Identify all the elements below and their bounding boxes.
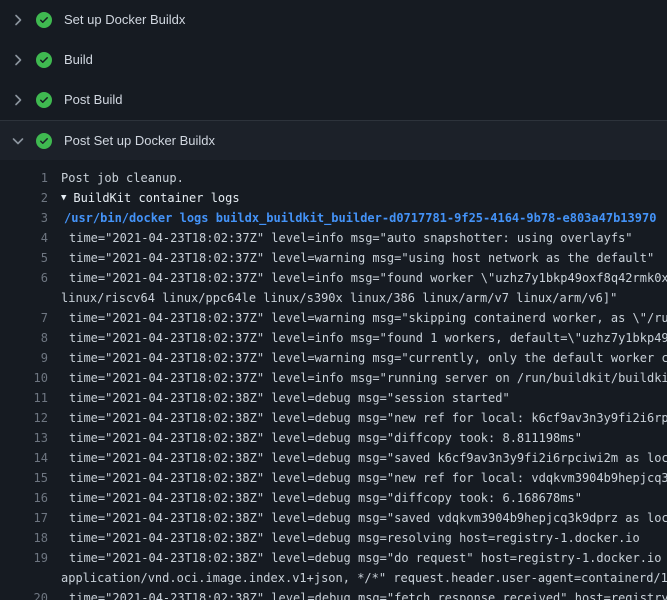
step-row: Post Build [0,80,667,120]
step-label: Build [64,52,93,68]
log-line-text: time="2021-04-23T18:02:38Z" level=debug … [48,588,667,600]
step-log-body: 1 Post job cleanup. 2 ▼BuildKit containe… [0,160,667,600]
log-line-number[interactable]: 5 [0,248,48,268]
log-line-text: time="2021-04-23T18:02:37Z" level=info m… [48,228,667,248]
log-line: 9 time="2021-04-23T18:02:37Z" level=warn… [0,348,667,368]
log-line-text: linux/riscv64 linux/ppc64le linux/s390x … [48,288,667,308]
log-line: 20 time="2021-04-23T18:02:38Z" level=deb… [0,588,667,600]
log-line: 11 time="2021-04-23T18:02:38Z" level=deb… [0,388,667,408]
log-line-text: time="2021-04-23T18:02:38Z" level=debug … [48,468,667,488]
log-line-number[interactable]: 4 [0,228,48,248]
log-line: 2 ▼BuildKit container logs [0,188,667,208]
success-check-icon [36,92,52,108]
log-line-number[interactable]: 20 [0,588,48,600]
log-line-text: application/vnd.oci.image.index.v1+json,… [48,568,667,588]
log-line-number[interactable] [0,568,48,588]
log-line: 12 time="2021-04-23T18:02:38Z" level=deb… [0,408,667,428]
log-line-text: /usr/bin/docker logs buildx_buildkit_bui… [48,208,667,228]
log-line: 6 time="2021-04-23T18:02:37Z" level=info… [0,268,667,288]
log-line-number[interactable]: 3 [0,208,48,228]
workflow-log-viewer: Set up Docker Buildx Build Post Build Po… [0,0,667,600]
step-label: Post Build [64,92,123,108]
steps-list: Set up Docker Buildx Build Post Build Po… [0,0,667,600]
log-line-text: time="2021-04-23T18:02:38Z" level=debug … [48,408,667,428]
log-line-number[interactable]: 15 [0,468,48,488]
log-line-number[interactable]: 10 [0,368,48,388]
log-line: 19 time="2021-04-23T18:02:38Z" level=deb… [0,548,667,568]
step-header[interactable]: Post Build [0,80,667,120]
step-row: Build [0,40,667,80]
log-line: 10 time="2021-04-23T18:02:37Z" level=inf… [0,368,667,388]
log-line-number[interactable]: 6 [0,268,48,288]
log-line: 14 time="2021-04-23T18:02:38Z" level=deb… [0,448,667,468]
log-line: 5 time="2021-04-23T18:02:37Z" level=warn… [0,248,667,268]
log-line-number[interactable]: 9 [0,348,48,368]
log-line-text: time="2021-04-23T18:02:37Z" level=info m… [48,368,667,388]
log-line-number[interactable]: 19 [0,548,48,568]
chevron-right-icon [10,52,26,68]
log-line-text: time="2021-04-23T18:02:38Z" level=debug … [48,388,667,408]
success-check-icon [36,133,52,149]
caret-down-icon[interactable]: ▼ [61,188,66,208]
log-line-number[interactable]: 7 [0,308,48,328]
log-line: 17 time="2021-04-23T18:02:38Z" level=deb… [0,508,667,528]
log-line-number[interactable] [0,288,48,308]
log-line-text: time="2021-04-23T18:02:38Z" level=debug … [48,488,667,508]
log-line: 15 time="2021-04-23T18:02:38Z" level=deb… [0,468,667,488]
log-line: 18 time="2021-04-23T18:02:38Z" level=deb… [0,528,667,548]
log-line-number[interactable]: 2 [0,188,48,208]
chevron-right-icon [10,12,26,28]
success-check-icon [36,12,52,28]
log-line: 13 time="2021-04-23T18:02:38Z" level=deb… [0,428,667,448]
log-line-number[interactable]: 18 [0,528,48,548]
log-line-text: time="2021-04-23T18:02:38Z" level=debug … [48,428,667,448]
chevron-right-icon [10,92,26,108]
step-header[interactable]: Build [0,40,667,80]
log-line-text: time="2021-04-23T18:02:37Z" level=warnin… [48,308,667,328]
log-line-text: time="2021-04-23T18:02:37Z" level=info m… [48,268,667,288]
log-line-text: time="2021-04-23T18:02:38Z" level=debug … [48,508,667,528]
chevron-down-icon [10,133,26,149]
log-line: 7 time="2021-04-23T18:02:37Z" level=warn… [0,308,667,328]
log-line: 16 time="2021-04-23T18:02:38Z" level=deb… [0,488,667,508]
step-row: Post Set up Docker Buildx 1 Post job cle… [0,120,667,600]
step-label: Set up Docker Buildx [64,12,185,28]
log-line: 3 /usr/bin/docker logs buildx_buildkit_b… [0,208,667,228]
log-line-number[interactable]: 12 [0,408,48,428]
log-line-text: time="2021-04-23T18:02:38Z" level=debug … [48,548,667,568]
log-line: 4 time="2021-04-23T18:02:37Z" level=info… [0,228,667,248]
step-header[interactable]: Post Set up Docker Buildx [0,120,667,160]
log-line-number[interactable]: 14 [0,448,48,468]
success-check-icon [36,52,52,68]
log-line-number[interactable]: 8 [0,328,48,348]
log-line-text: Post job cleanup. [48,168,667,188]
log-line: 1 Post job cleanup. [0,168,667,188]
log-line-number[interactable]: 16 [0,488,48,508]
log-line-text: time="2021-04-23T18:02:38Z" level=debug … [48,528,667,548]
log-line-number[interactable]: 13 [0,428,48,448]
log-line-number[interactable]: 1 [0,168,48,188]
log-line-text: time="2021-04-23T18:02:37Z" level=warnin… [48,348,667,368]
step-label: Post Set up Docker Buildx [64,133,215,149]
log-line-number[interactable]: 17 [0,508,48,528]
log-line-text: time="2021-04-23T18:02:37Z" level=info m… [48,328,667,348]
log-line-continuation: application/vnd.oci.image.index.v1+json,… [0,568,667,588]
step-row: Set up Docker Buildx [0,0,667,40]
step-header[interactable]: Set up Docker Buildx [0,0,667,40]
log-line: 8 time="2021-04-23T18:02:37Z" level=info… [0,328,667,348]
log-line-number[interactable]: 11 [0,388,48,408]
log-line-text: time="2021-04-23T18:02:37Z" level=warnin… [48,248,667,268]
log-line-text: time="2021-04-23T18:02:38Z" level=debug … [48,448,667,468]
log-line-text: ▼BuildKit container logs [48,188,667,208]
log-line-continuation: linux/riscv64 linux/ppc64le linux/s390x … [0,288,667,308]
